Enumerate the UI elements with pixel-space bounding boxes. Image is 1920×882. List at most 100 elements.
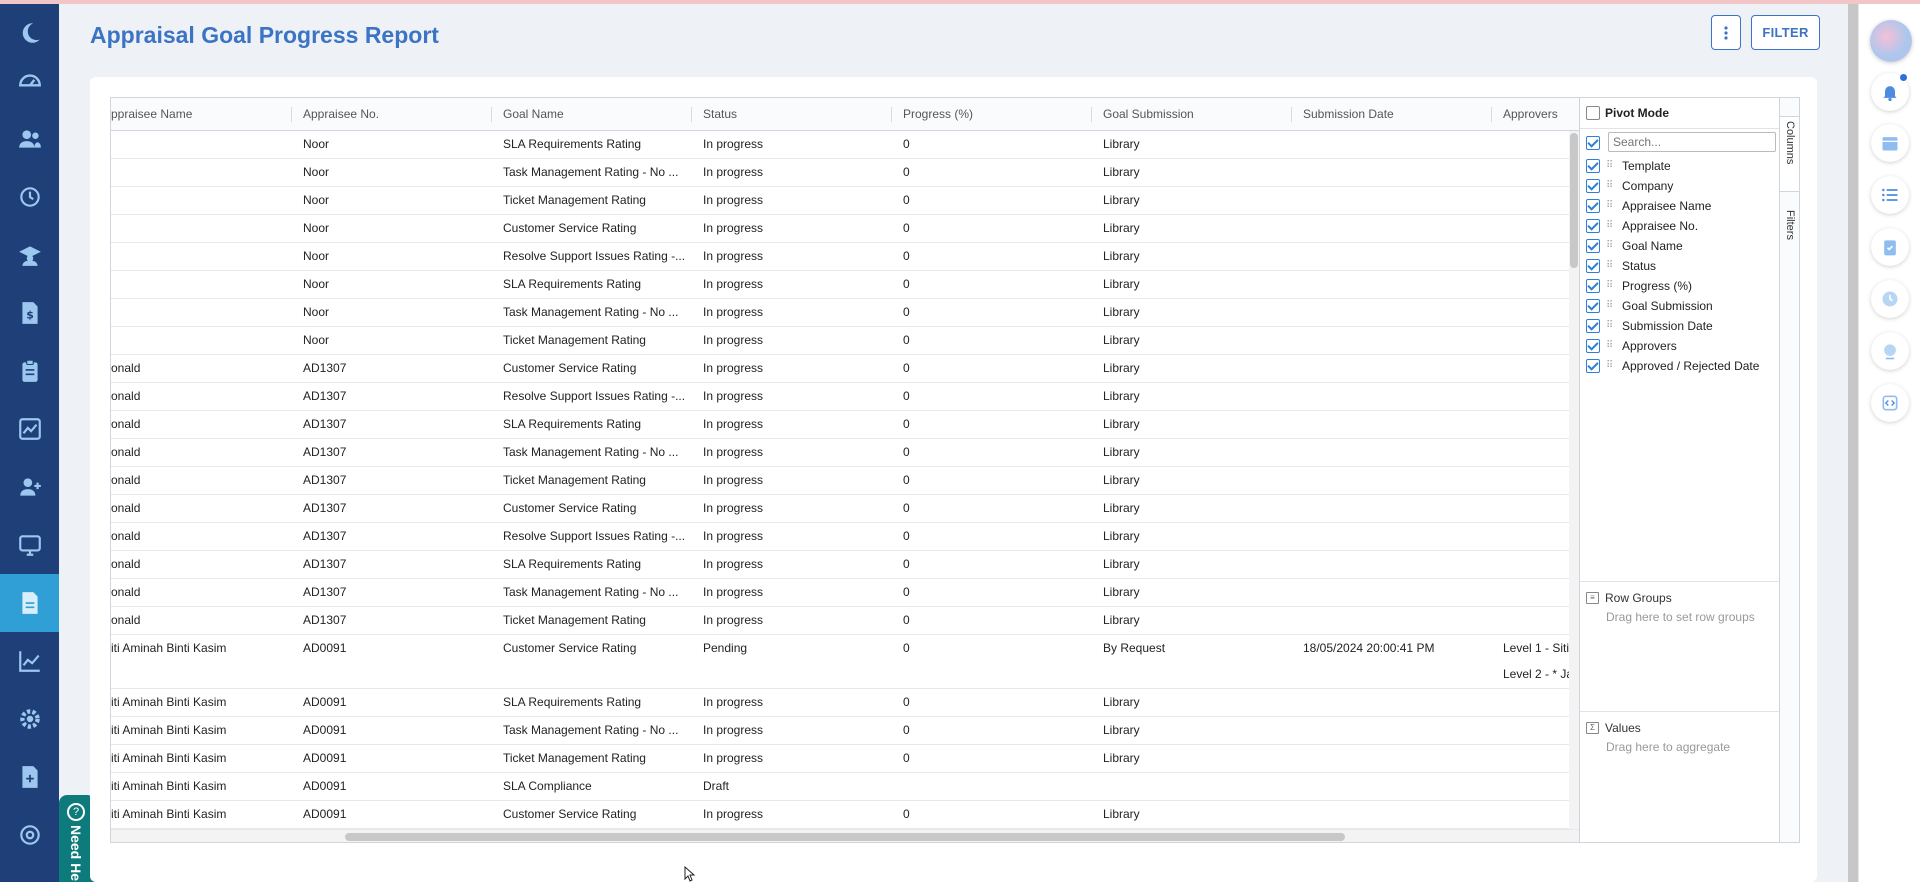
cell-goal-name[interactable]: Customer Service Rating [491,635,691,663]
cell-appraisee-name[interactable]: iti Aminah Binti Kasim [111,745,291,773]
page-scrollbar[interactable] [1848,4,1858,882]
cell-submission-date[interactable] [1291,327,1491,355]
cell-approvers[interactable] [1491,355,1569,383]
cell-appraisee-name[interactable]: onald [111,355,291,383]
cell-appraisee-no[interactable]: AD1307 [291,579,491,607]
cell-submission-date[interactable] [1291,299,1491,327]
cell-goal-name[interactable]: Task Management Rating - No ... [491,579,691,607]
dashboard-gauge-icon[interactable] [0,52,59,110]
cell-goal-submission[interactable]: Library [1091,801,1291,829]
column-visibility-checkbox[interactable] [1586,198,1600,213]
drag-handle-icon[interactable]: ⠿ [1606,236,1616,256]
cell-appraisee-name[interactable]: onald [111,523,291,551]
cell-goal-submission[interactable]: Library [1091,467,1291,495]
cell-goal-name[interactable]: Task Management Rating - No ... [491,159,691,187]
cell-status[interactable]: In progress [691,243,891,271]
cell-approvers[interactable] [1491,689,1569,717]
cell-submission-date[interactable] [1291,159,1491,187]
cell-status[interactable]: In progress [691,439,891,467]
cell-progress[interactable]: 0 [891,551,1091,579]
cell-submission-date[interactable] [1291,607,1491,635]
column-toggle-item[interactable]: ⠿ Goal Submission [1586,295,1713,315]
cell-approvers-level-2[interactable]: Level 2 - * Ja [1491,661,1569,689]
cell-status[interactable]: In progress [691,383,891,411]
column-header-goal-submission[interactable]: Goal Submission [1091,98,1291,131]
cell-submission-date[interactable] [1291,131,1491,159]
cell-status[interactable]: In progress [691,495,891,523]
cell-approvers[interactable] [1491,215,1569,243]
cell-goal-name[interactable]: SLA Requirements Rating [491,131,691,159]
cell-appraisee-no[interactable]: Noor [291,187,491,215]
column-toggle-item[interactable]: ⠿ Submission Date [1586,315,1713,335]
cell-submission-date[interactable] [1291,689,1491,717]
column-visibility-checkbox[interactable] [1586,178,1600,193]
horizontal-scroll-thumb[interactable] [345,833,1345,841]
cell-submission-date[interactable] [1291,495,1491,523]
cell-goal-submission[interactable]: Library [1091,271,1291,299]
drag-handle-icon[interactable]: ⠿ [1606,156,1616,176]
cell-progress[interactable]: 0 [891,717,1091,745]
cell-goal-submission[interactable]: Library [1091,495,1291,523]
history-icon[interactable] [0,168,59,226]
vertical-scrollbar[interactable] [1569,131,1579,829]
table-row[interactable]: iti Aminah Binti Kasim AD0091 SLA Complian… [111,773,1569,801]
cell-goal-name[interactable]: Customer Service Rating [491,801,691,829]
cell-progress[interactable]: 0 [891,467,1091,495]
cell-progress[interactable]: 0 [891,635,1091,663]
cell-status[interactable]: In progress [691,299,891,327]
cell-appraisee-name[interactable]: onald [111,551,291,579]
table-row[interactable]: onald AD1307 Task Management Rating - No .… [111,439,1569,467]
cell-status[interactable]: In progress [691,607,891,635]
cell-appraisee-no[interactable]: Noor [291,243,491,271]
column-toggle-item[interactable]: ⠿ Goal Name [1586,235,1683,255]
cell-progress[interactable]: 0 [891,745,1091,773]
cell-approvers[interactable] [1491,607,1569,635]
cell-goal-name[interactable]: Customer Service Rating [491,215,691,243]
cell-appraisee-name[interactable] [111,187,291,215]
table-row[interactable]: onald AD1307 Resolve Support Issues Rating… [111,523,1569,551]
cell-goal-submission[interactable]: Library [1091,215,1291,243]
cell-approvers[interactable] [1491,383,1569,411]
cell-submission-date[interactable] [1291,579,1491,607]
cell-approvers[interactable] [1491,131,1569,159]
cell-goal-name[interactable]: SLA Requirements Rating [491,411,691,439]
cell-submission-date[interactable] [1291,745,1491,773]
cell-approvers[interactable] [1491,551,1569,579]
cell-appraisee-no[interactable]: AD0091 [291,689,491,717]
cell-goal-submission[interactable]: Library [1091,607,1291,635]
clock-icon[interactable] [1871,280,1909,318]
cell-progress[interactable]: 0 [891,299,1091,327]
vertical-scroll-thumb[interactable] [1570,133,1578,268]
table-row[interactable]: onald AD1307 Customer Service Rating In pro… [111,495,1569,523]
table-row[interactable]: iti Aminah Binti Kasim AD0091 SLA Requirem… [111,689,1569,717]
report-document-icon[interactable] [0,574,59,632]
column-toggle-item[interactable]: ⠿ Approved / Rejected Date [1586,355,1759,375]
cell-status[interactable]: In progress [691,551,891,579]
cell-progress[interactable]: 0 [891,187,1091,215]
file-add-icon[interactable] [0,748,59,806]
payroll-dollar-icon[interactable]: $ [0,284,59,342]
table-row[interactable]: Noor SLA Requirements Rating In progress 0 L… [111,271,1569,299]
cell-appraisee-no[interactable]: AD0091 [291,773,491,801]
cell-submission-date[interactable] [1291,773,1491,801]
more-options-button[interactable] [1711,15,1741,50]
cell-appraisee-no[interactable]: Noor [291,327,491,355]
column-header-goal-name[interactable]: Goal Name [491,98,691,131]
cell-goal-submission[interactable]: Library [1091,689,1291,717]
column-toggle-item[interactable]: ⠿ Appraisee No. [1586,215,1698,235]
cell-progress[interactable]: 0 [891,159,1091,187]
column-header-appraisee-name[interactable]: ppraisee Name [111,98,291,131]
column-header-approvers[interactable]: Approvers [1491,98,1571,131]
cell-appraisee-no[interactable]: AD1307 [291,495,491,523]
cell-approvers[interactable] [1491,439,1569,467]
cell-appraisee-no[interactable]: Noor [291,215,491,243]
cell-appraisee-no[interactable]: Noor [291,159,491,187]
cell-approvers[interactable] [1491,299,1569,327]
cell-goal-submission[interactable]: Library [1091,523,1291,551]
cell-submission-date[interactable] [1291,717,1491,745]
cell-goal-submission[interactable]: Library [1091,383,1291,411]
column-toggle-item[interactable]: ⠿ Progress (%) [1586,275,1692,295]
cell-status[interactable]: In progress [691,523,891,551]
avatar[interactable] [1870,20,1912,62]
cell-submission-date[interactable] [1291,523,1491,551]
